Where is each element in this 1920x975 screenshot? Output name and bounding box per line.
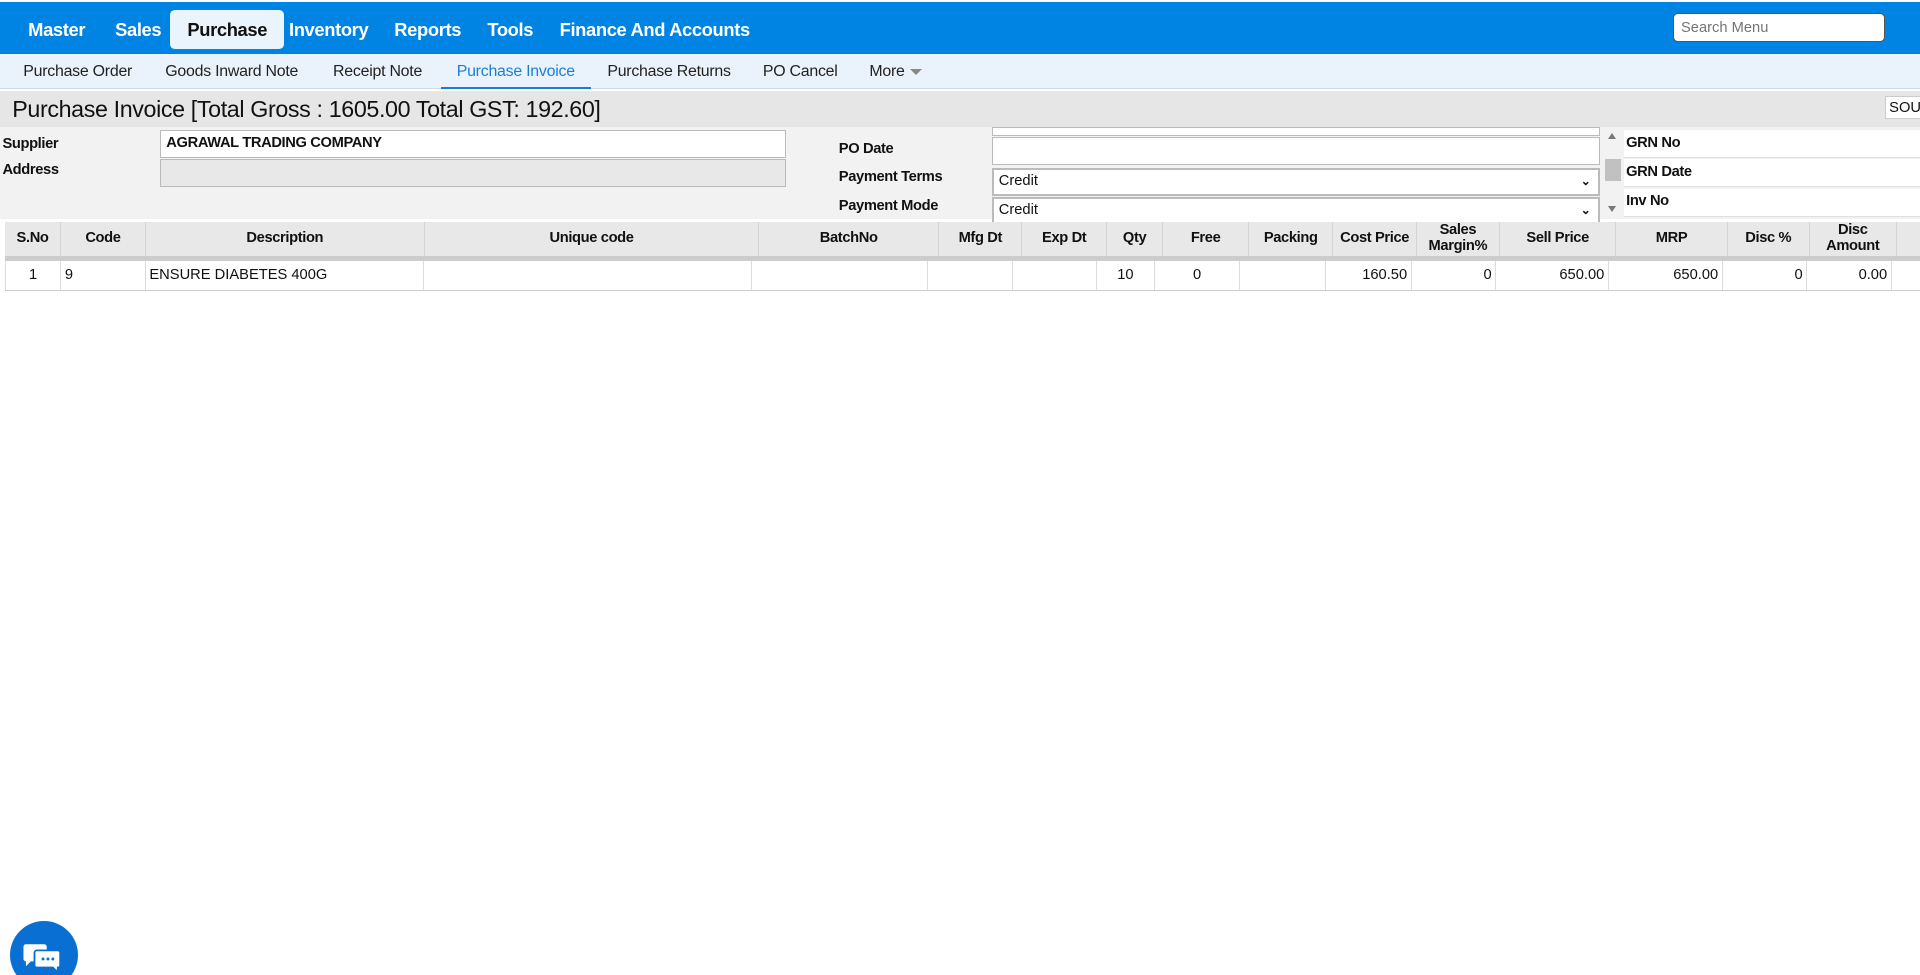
col-unique-code: Unique code	[425, 221, 760, 256]
col-disc-amount: Disc Amount	[1810, 221, 1897, 256]
chat-icon	[23, 944, 61, 975]
payment-terms-select[interactable]: Credit ⌄	[991, 167, 1601, 196]
col-disc-pct: Disc %	[1728, 221, 1810, 256]
chat-button[interactable]	[9, 920, 79, 975]
cell-sell-price[interactable]: 650.00	[1496, 260, 1609, 291]
col-exp-dt: Exp Dt	[1022, 221, 1107, 256]
scrollbar[interactable]	[1604, 129, 1623, 218]
cell-disc-amount[interactable]: 0.00	[1807, 260, 1892, 291]
grn-no-label: GRN No	[1626, 134, 1681, 151]
col-mrp: MRP	[1616, 221, 1728, 256]
cell-cost-price[interactable]: 160.50	[1326, 260, 1412, 291]
nav-reports[interactable]: Reports	[377, 10, 478, 49]
hidden-field[interactable]	[991, 127, 1601, 136]
chevron-down-icon: ⌄	[1580, 173, 1592, 188]
invoice-form: Supplier AGRAWAL TRADING COMPANY Address…	[0, 127, 1920, 222]
search-menu-input[interactable]	[1672, 13, 1886, 43]
scroll-up-icon[interactable]	[1607, 133, 1616, 140]
app: Master Sales Purchase Inventory Reports …	[0, 0, 1920, 975]
cell-sales-margin[interactable]: 0	[1412, 260, 1497, 291]
cell-mfg-dt[interactable]	[928, 260, 1013, 291]
tab-po-cancel[interactable]: PO Cancel	[747, 54, 854, 88]
cell-disc-pct[interactable]: 0	[1723, 260, 1808, 291]
title-bar: Purchase Invoice [Total Gross : 1605.00 …	[0, 90, 1920, 128]
cell-packing[interactable]	[1240, 260, 1327, 291]
grn-date-field[interactable]: GRN Date	[1623, 159, 1920, 188]
payment-terms-label: Payment Terms	[838, 168, 943, 185]
inv-no-label: Inv No	[1626, 193, 1669, 210]
cell-qty[interactable]: 10	[1097, 260, 1155, 291]
payment-mode-label: Payment Mode	[838, 198, 939, 215]
cell-sno: 1	[4, 260, 62, 291]
address-label: Address	[2, 161, 59, 178]
po-date-label: PO Date	[838, 140, 894, 157]
col-mfg-dt: Mfg Dt	[939, 221, 1023, 256]
nav-inventory[interactable]: Inventory	[272, 10, 386, 49]
col-batchno: BatchNo	[759, 221, 940, 256]
tab-purchase-invoice[interactable]: Purchase Invoice	[440, 54, 591, 89]
payment-terms-value: Credit	[998, 172, 1038, 189]
col-description: Description	[146, 221, 425, 256]
payment-mode-select[interactable]: Credit ⌄	[991, 197, 1601, 222]
sou-field[interactable]: SOU	[1884, 95, 1920, 119]
more-label: More	[869, 62, 905, 80]
grn-no-field[interactable]: GRN No	[1623, 129, 1920, 158]
cell-code[interactable]: 9	[61, 260, 146, 291]
nav-tools[interactable]: Tools	[470, 10, 550, 49]
col-sell-price: Sell Price	[1500, 221, 1617, 256]
col-free: Free	[1163, 221, 1249, 256]
cell-description[interactable]: ENSURE DIABETES 400G	[146, 260, 424, 291]
scroll-down-icon[interactable]	[1607, 205, 1616, 212]
chevron-down-icon: ⌄	[1580, 203, 1592, 218]
tab-receipt-note[interactable]: Receipt Note	[317, 54, 438, 88]
sub-nav: Purchase Order Goods Inward Note Receipt…	[0, 53, 1920, 90]
col-packing: Packing	[1249, 221, 1334, 256]
col-cost-price: Cost Price	[1333, 221, 1417, 256]
tab-goods-inward-note[interactable]: Goods Inward Note	[149, 54, 314, 88]
po-date-input[interactable]	[991, 137, 1601, 166]
cell-mrp[interactable]: 650.00	[1609, 260, 1723, 291]
nav-finance-and-accounts[interactable]: Finance And Accounts	[542, 10, 767, 49]
nav-sales[interactable]: Sales	[98, 10, 178, 49]
table-row[interactable]: 1 9 ENSURE DIABETES 400G 10 0 160.50 0 6…	[4, 260, 1920, 292]
supplier-label: Supplier	[2, 135, 59, 152]
top-nav: Master Sales Purchase Inventory Reports …	[0, 2, 1920, 54]
address-input[interactable]	[160, 159, 787, 188]
caret-down-icon	[909, 68, 922, 75]
grn-date-label: GRN Date	[1626, 164, 1692, 181]
tab-purchase-returns[interactable]: Purchase Returns	[591, 54, 746, 88]
col-sno: S.No	[5, 221, 62, 256]
nav-purchase[interactable]: Purchase	[170, 9, 285, 49]
cell-exp-dt[interactable]	[1013, 260, 1098, 291]
inv-no-field[interactable]: Inv No	[1623, 188, 1920, 217]
tab-purchase-order[interactable]: Purchase Order	[7, 54, 148, 88]
col-code: Code	[61, 221, 146, 256]
table-header: S.No Code Description Unique code BatchN…	[4, 221, 1920, 256]
nav-master[interactable]: Master	[11, 10, 102, 49]
cell-batchno[interactable]	[752, 260, 929, 291]
cell-free[interactable]: 0	[1155, 260, 1241, 291]
scrollbar-thumb[interactable]	[1605, 159, 1622, 182]
payment-mode-value: Credit	[998, 202, 1038, 219]
page-title: Purchase Invoice [Total Gross : 1605.00 …	[12, 95, 601, 122]
col-sales-margin: Sales Margin%	[1417, 221, 1500, 256]
tab-more[interactable]: More	[853, 54, 937, 88]
col-qty: Qty	[1107, 221, 1164, 256]
cell-unique-code[interactable]	[424, 260, 752, 291]
supplier-input[interactable]: AGRAWAL TRADING COMPANY	[160, 129, 787, 158]
